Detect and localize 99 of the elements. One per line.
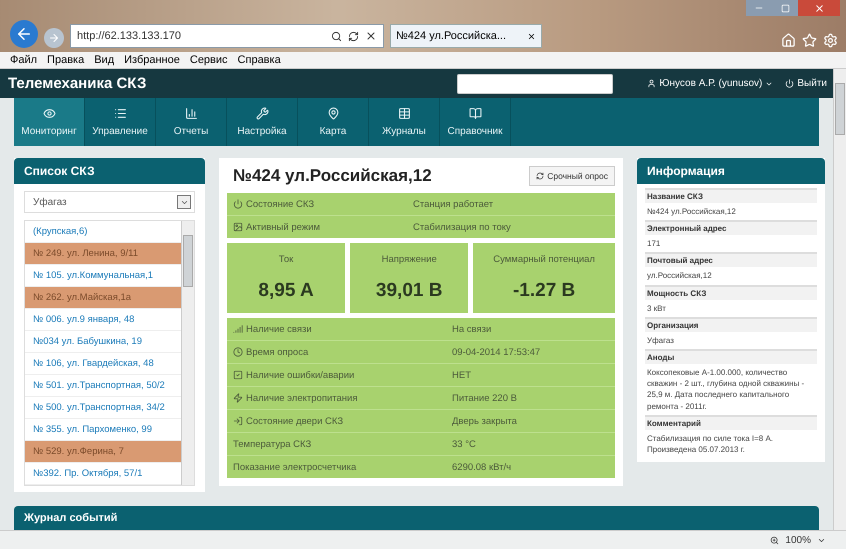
poll-button[interactable]: Срочный опрос	[529, 166, 615, 186]
user-icon	[647, 79, 656, 88]
nav-tab[interactable]: Управление	[85, 98, 156, 146]
row-value: 6290.08 кВт/ч	[452, 462, 512, 472]
power-icon	[233, 199, 243, 209]
filter-dropdown[interactable]: Уфагаз	[24, 191, 195, 213]
field-label: Организация	[645, 316, 817, 332]
eye-icon	[42, 107, 56, 120]
search-field[interactable]	[457, 74, 614, 94]
metric-value: -1.27 В	[512, 280, 576, 302]
field-value: Коксопековые А-1.00.000, количество скважин - 2 шт., глубина одной скважины - 25,9 м. Дата последнего капитального ремонта - 2011г.	[646, 366, 806, 413]
field-label: Почтовый адрес	[645, 252, 817, 268]
field-label: Комментарий	[645, 414, 817, 430]
bar-chart-icon	[184, 107, 198, 120]
field-label: Мощность СКЗ	[645, 284, 817, 300]
picture-icon	[233, 222, 243, 232]
close-icon	[814, 2, 824, 14]
metric-label: Напряжение	[382, 254, 437, 266]
nav-tab[interactable]: Настройка	[227, 98, 298, 146]
lightning-icon	[233, 393, 243, 403]
row-value: 09-04-2014 17:53:47	[452, 346, 540, 358]
menu-item[interactable]: Сервис	[190, 54, 228, 66]
row-value: Дверь закрыта	[452, 416, 517, 426]
clock-icon	[233, 347, 243, 357]
home-icon[interactable]	[781, 33, 796, 48]
panel-header: Список СКЗ	[14, 158, 205, 184]
power-icon	[785, 79, 794, 88]
field-value: Стабилизация по силе тока I=8 А. Произведена 05.07.2013 г.	[646, 432, 774, 456]
star-icon[interactable]	[802, 33, 817, 48]
field-value: 171	[646, 238, 662, 250]
row-value: Питание 220 В	[452, 392, 517, 404]
sign-in-icon	[233, 416, 243, 426]
menu-item[interactable]: Избранное	[124, 54, 180, 66]
field-label: Электронный адрес	[645, 220, 817, 236]
zoom-icon	[770, 536, 780, 544]
refresh-icon	[536, 172, 544, 180]
row-label: Состояние двери СКЗ	[246, 416, 344, 426]
row-value: Станция работает	[413, 198, 494, 210]
field-value: Уфагаз	[646, 334, 675, 347]
field-value: 3 кВт	[646, 302, 667, 315]
map-pin-icon	[326, 107, 340, 120]
settings-icon[interactable]	[823, 33, 838, 48]
address-bar[interactable]: http://62.133.133.170	[70, 24, 384, 48]
row-value: На связи	[452, 324, 492, 334]
row-label: Состояние СКЗ	[246, 198, 314, 210]
panel-header: Журнал событий	[14, 506, 819, 530]
metric-value: 39,01 В	[376, 280, 442, 302]
menu-item[interactable]: Правка	[47, 54, 84, 66]
refresh-icon[interactable]	[348, 30, 359, 42]
book-icon	[468, 107, 482, 120]
checkbox-icon	[233, 370, 243, 380]
user-menu[interactable]: Юнусов А.Р. (yunusov)	[647, 78, 774, 89]
maximize-icon	[780, 4, 790, 12]
row-label: Наличие электропитания	[246, 392, 358, 404]
nav-tab[interactable]: Справочник	[440, 98, 511, 146]
nav-tab[interactable]: Карта	[298, 98, 369, 146]
back-button[interactable]	[10, 20, 38, 48]
list-icon	[114, 107, 126, 120]
url-text: http://62.133.133.170	[77, 30, 182, 42]
maximize-button[interactable]	[772, 0, 798, 16]
logout-link[interactable]: Выйти	[785, 78, 827, 89]
menu-item[interactable]: Вид	[94, 54, 114, 66]
row-label: Активный режим	[246, 222, 320, 232]
row-value: НЕТ	[452, 370, 471, 380]
nav-tab[interactable]: Журналы	[369, 98, 440, 146]
nav-tab[interactable]: Отчеты	[156, 98, 227, 146]
wrench-icon	[256, 107, 268, 120]
field-label: Аноды	[645, 348, 817, 364]
metric-value: 8,95 A	[258, 280, 314, 302]
row-value: Стабилизация по току	[413, 222, 511, 232]
arrow-right-icon	[48, 32, 60, 44]
signal-icon	[233, 324, 243, 334]
forward-button[interactable]	[44, 28, 64, 48]
zoom-level[interactable]: 100%	[785, 534, 811, 546]
scrollbar[interactable]	[181, 221, 194, 485]
close-button[interactable]	[798, 0, 840, 16]
panel-header: Информация	[637, 158, 825, 184]
metric-label: Ток	[278, 254, 294, 266]
menu-item[interactable]: Файл	[10, 54, 38, 66]
row-label: Время опроса	[246, 346, 308, 358]
row-label: Температура СКЗ	[233, 438, 312, 450]
field-value: ул.Российская,12	[646, 270, 713, 282]
station-title: №424 ул.Российская,12	[233, 166, 432, 186]
row-label: Показание электросчетчика	[233, 462, 356, 472]
app-title: Телемеханика СКЗ	[8, 75, 148, 92]
table-icon	[398, 107, 410, 120]
scrollbar[interactable]	[833, 69, 846, 530]
search-icon[interactable]	[331, 30, 342, 42]
row-label: Наличие связи	[246, 324, 312, 334]
field-label: Название СКЗ	[645, 188, 817, 203]
nav-tab[interactable]: Мониторинг	[14, 98, 85, 146]
menu-item[interactable]: Справка	[238, 54, 281, 66]
row-value: 33 °C	[452, 438, 476, 450]
close-icon[interactable]	[365, 30, 377, 42]
metric-label: Суммарный потенциал	[493, 254, 595, 266]
row-label: Наличие ошибки/аварии	[246, 370, 354, 380]
browser-tab[interactable]: №424 ул.Российска...	[390, 24, 542, 48]
close-icon[interactable]	[527, 32, 536, 40]
field-value: №424 ул.Российская,12	[646, 206, 737, 218]
